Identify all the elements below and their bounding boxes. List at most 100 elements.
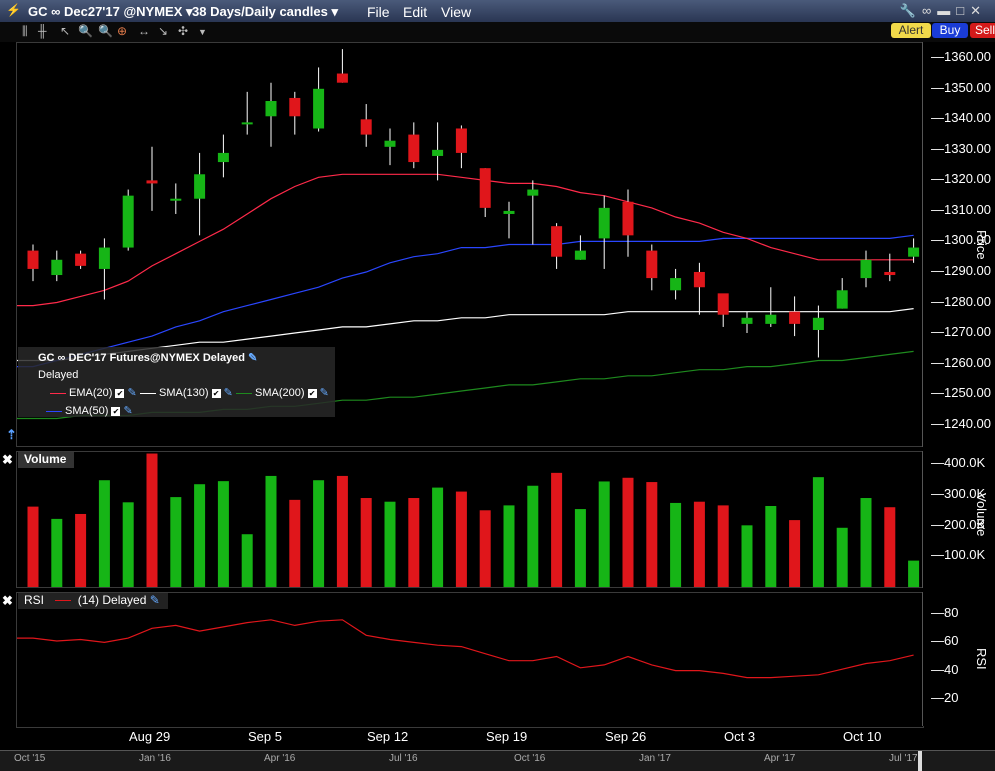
rsi-line	[17, 619, 914, 679]
candle-body	[860, 259, 872, 279]
volume-axis[interactable]: —400.0K —300.0K —200.0K —100.0K Volume	[922, 451, 995, 588]
period-selector[interactable]: 38 Days/Daily candles ▾	[192, 4, 338, 20]
window-controls[interactable]: 🔧∞▬□✕	[900, 3, 987, 19]
menu-edit[interactable]: Edit	[403, 4, 427, 20]
edit-icon[interactable]: ✎	[124, 405, 133, 417]
symbol-selector[interactable]: GC ∞ Dec27'17 @NYMEX ▾	[28, 4, 193, 20]
indicator-legend: GC ∞ DEC'17 Futures@NYMEX Delayed ✎ Dela…	[18, 347, 335, 417]
candle-body	[598, 207, 610, 239]
draw-icon[interactable]: ↘	[158, 24, 168, 38]
candle-body	[717, 293, 729, 315]
link-icon[interactable]: ∞	[922, 3, 937, 18]
legend-sma50[interactable]: SMA(50) ✔ ✎	[46, 404, 133, 417]
price-tick: —1320.00	[931, 171, 991, 187]
expand-icon[interactable]: ⇡	[6, 427, 17, 443]
volume-bar	[360, 498, 372, 587]
maximize-icon[interactable]: □	[956, 3, 970, 18]
volume-bar	[432, 487, 444, 587]
candle-body	[265, 101, 277, 117]
volume-bar	[693, 501, 705, 587]
volume-bar	[551, 472, 563, 587]
candle-body	[693, 271, 705, 288]
window-titlebar: ⚡ GC ∞ Dec27'17 @NYMEX ▾ 38 Days/Daily c…	[0, 0, 995, 23]
bars-icon[interactable]: ╫	[38, 24, 47, 38]
alert-button[interactable]: Alert	[891, 23, 931, 38]
close-volume-icon[interactable]: ✖	[2, 452, 13, 468]
date-label: Oct 3	[724, 729, 756, 744]
volume-bar	[98, 480, 110, 587]
close-icon[interactable]: ✕	[970, 3, 987, 18]
cursor-icon[interactable]: ↖	[60, 24, 70, 38]
tools-icon[interactable]: ✣	[178, 24, 188, 38]
date-label: Sep 26	[605, 729, 647, 744]
candles-icon[interactable]: ⫼	[22, 24, 28, 39]
legend-ema[interactable]: EMA(20) ✔ ✎	[50, 386, 137, 399]
scroll-date-label: Apr '16	[264, 753, 296, 764]
volume-bar	[289, 499, 301, 587]
scroll-date-label: Jan '16	[139, 753, 171, 764]
volume-bar	[503, 505, 515, 587]
candle-body	[622, 201, 634, 236]
price-axis[interactable]: —1360.00 —1350.00 —1340.00 —1330.00 —1320.00…	[922, 42, 995, 447]
candle-body	[217, 152, 229, 163]
date-label: Oct 10	[843, 729, 882, 744]
rsi-tick: —60	[931, 633, 959, 649]
checkbox-icon[interactable]: ✔	[111, 406, 121, 416]
legend-sma200[interactable]: SMA(200) ✔ ✎	[236, 386, 329, 399]
price-tick: —1280.00	[931, 293, 991, 309]
candle-body	[408, 134, 420, 163]
rsi-chart[interactable]	[17, 593, 923, 727]
volume-bar	[479, 510, 491, 587]
buy-button[interactable]: Buy	[932, 23, 968, 38]
candle-body	[741, 317, 753, 324]
timeline-scrollbar[interactable]: Oct '15 Jan '16 Apr '16 Jul '16 Oct '16 Jan '…	[0, 750, 995, 771]
scroll-date-label: Oct '15	[14, 753, 46, 764]
zoom-out-icon[interactable]: 🔍	[98, 24, 113, 38]
menu-view[interactable]: View	[441, 4, 471, 20]
price-tick: —1340.00	[931, 110, 991, 126]
minimize-icon[interactable]: ▬	[937, 3, 956, 18]
rsi-legend: (14) Delayed	[77, 593, 147, 607]
candle-body	[336, 73, 348, 83]
checkbox-icon[interactable]: ✔	[115, 388, 125, 398]
candle-body	[360, 119, 372, 135]
menu-file[interactable]: File	[367, 4, 390, 20]
volume-bar	[789, 520, 801, 587]
edit-icon[interactable]: ✎	[150, 593, 160, 607]
price-tick: —1250.00	[931, 385, 991, 401]
edit-icon[interactable]: ✎	[128, 387, 137, 399]
rsi-axis[interactable]: —80 —60 —40 —20 RSI	[922, 592, 995, 726]
crosshair-icon[interactable]: ⊕	[117, 24, 127, 38]
rsi-header: RSI (14) Delayed ✎	[18, 593, 168, 609]
close-rsi-icon[interactable]: ✖	[2, 593, 13, 609]
candle-body	[908, 247, 920, 257]
edit-icon[interactable]: ✎	[224, 387, 233, 399]
price-tick: —1330.00	[931, 140, 991, 156]
volume-bar	[194, 484, 206, 587]
checkbox-icon[interactable]: ✔	[307, 388, 317, 398]
rsi-tick: —40	[931, 661, 959, 677]
candle-body	[574, 250, 586, 260]
date-label: Sep 5	[248, 729, 282, 744]
volume-bar	[765, 506, 777, 587]
volume-bar	[670, 502, 682, 587]
volume-title: Volume	[18, 452, 75, 468]
candle-body	[289, 97, 301, 117]
pan-icon[interactable]: ↔	[138, 24, 150, 38]
settings-icon[interactable]: ✎	[248, 352, 257, 364]
dropdown-icon[interactable]: ▼	[198, 27, 207, 37]
candle-body	[432, 149, 444, 156]
rsi-panel[interactable]	[16, 592, 924, 728]
chart-toolbar: ⫼ ╫ ↖ 🔍 🔍 ⊕ ↔ ↘ ✣ ▼	[0, 22, 995, 42]
volume-bar	[265, 475, 277, 587]
zoom-in-icon[interactable]: 🔍	[78, 24, 93, 38]
volume-chart[interactable]	[17, 452, 923, 587]
price-tick: —1240.00	[931, 415, 991, 431]
scroll-handle[interactable]	[918, 751, 922, 771]
volume-panel[interactable]	[16, 451, 924, 588]
legend-sma130[interactable]: SMA(130) ✔ ✎	[140, 386, 233, 399]
sell-button[interactable]: Sell	[970, 23, 995, 38]
date-label: Sep 19	[486, 729, 528, 744]
checkbox-icon[interactable]: ✔	[211, 388, 221, 398]
edit-icon[interactable]: ✎	[320, 387, 329, 399]
